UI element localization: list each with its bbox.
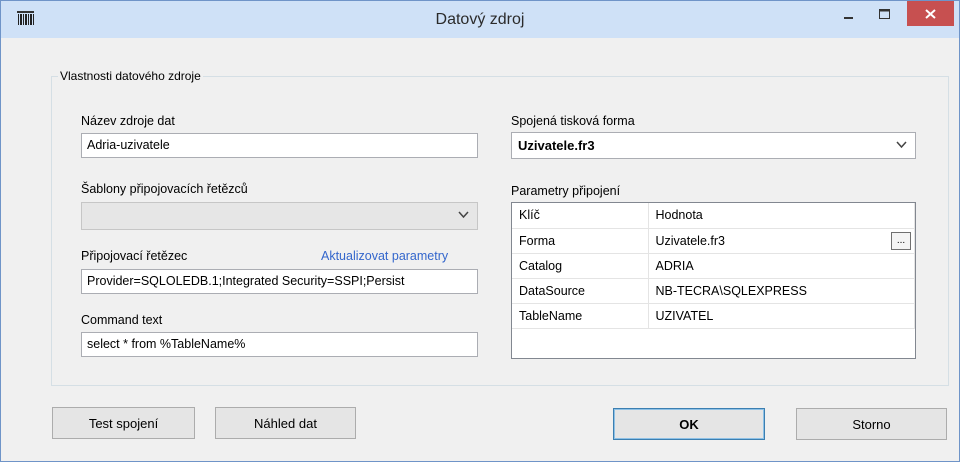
close-icon [925,8,936,19]
grid-row-key: DataSource [512,278,649,304]
minimize-icon [844,16,853,19]
command-text-input[interactable]: select * from %TableName% [81,332,478,357]
grid-row-value[interactable]: ADRIA [648,253,915,279]
update-parameters-link[interactable]: Aktualizovat parametry [321,249,448,263]
templates-label: Šablony připojovacích řetězců [81,182,248,196]
close-button[interactable] [907,1,954,26]
ok-button[interactable]: OK [613,408,765,440]
grid-header-key: Klíč [512,203,649,229]
source-name-label: Název zdroje dat [81,114,175,128]
grid-header-value: Hodnota [648,203,915,229]
command-text-label: Command text [81,313,163,327]
grid-row-value: Uzivatele.fr3 [655,233,725,248]
chevron-down-icon [896,141,907,149]
minimize-button[interactable] [832,1,866,28]
connection-string-label: Připojovací řetězec [81,249,188,263]
grid-row-value-cell[interactable]: Uzivatele.fr3 ... [648,228,915,254]
browse-ellipsis-button[interactable]: ... [891,231,911,250]
grid-row-key: TableName [512,303,649,329]
grid-row-key: Catalog [512,253,649,279]
cancel-button[interactable]: Storno [796,408,947,440]
grid-row-value[interactable]: UZIVATEL [648,303,915,329]
window-title: Datový zdroj [435,11,525,28]
title-bar[interactable]: Datový zdroj [1,1,959,38]
print-form-label: Spojená tisková forma [511,114,635,128]
grid-header-row: Klíč Hodnota [512,203,915,229]
datovy-zdroj-dialog: Datový zdroj Vlastnosti datového zdroje … [0,0,960,462]
properties-group-title: Vlastnosti datového zdroje [58,69,203,83]
preview-data-button[interactable]: Náhled dat [215,407,356,439]
connection-params-label: Parametry připojení [511,184,621,198]
chevron-down-icon [458,211,469,219]
connection-params-grid[interactable]: Klíč Hodnota Forma Uzivatele.fr3 ... Cat… [511,202,916,359]
grid-row-key: Forma [512,228,649,254]
grid-row-forma[interactable]: Forma Uzivatele.fr3 ... [512,228,915,254]
print-form-combobox[interactable]: Uzivatele.fr3 [511,132,916,159]
templates-combobox[interactable] [81,202,478,230]
grid-row-tablename[interactable]: TableName UZIVATEL [512,303,915,329]
maximize-icon [879,9,890,19]
source-name-input[interactable]: Adria-uzivatele [81,133,478,158]
maximize-button[interactable] [868,1,902,28]
print-form-value: Uzivatele.fr3 [518,138,595,153]
grid-row-catalog[interactable]: Catalog ADRIA [512,253,915,279]
grid-row-value[interactable]: NB-TECRA\SQLEXPRESS [648,278,915,304]
connection-string-input[interactable]: Provider=SQLOLEDB.1;Integrated Security=… [81,269,478,294]
test-connection-button[interactable]: Test spojení [52,407,195,439]
grid-row-datasource[interactable]: DataSource NB-TECRA\SQLEXPRESS [512,278,915,304]
